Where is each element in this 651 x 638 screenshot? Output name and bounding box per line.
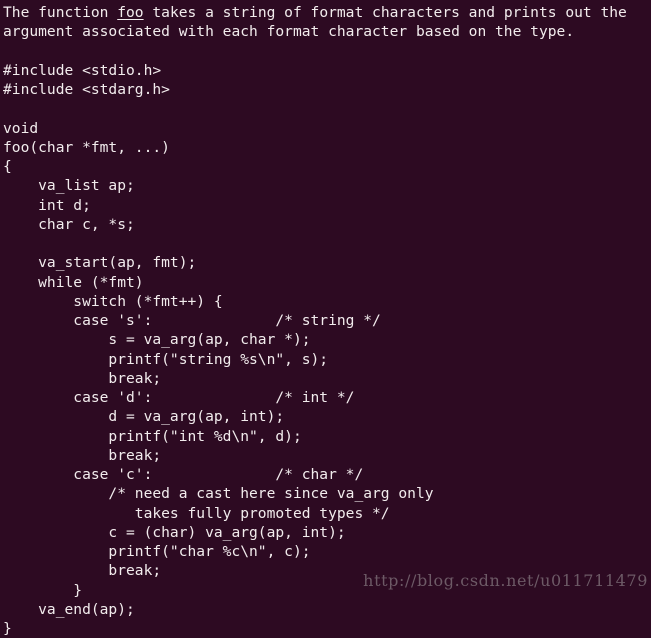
code-line: case 'd': /* int */: [3, 388, 651, 407]
code-line: break;: [3, 369, 651, 388]
code-line: {: [3, 157, 651, 176]
intro-line-2: argument associated with each format cha…: [3, 22, 651, 41]
code-line: int d;: [3, 196, 651, 215]
code-line: va_end(ap);: [3, 600, 651, 619]
intro-text-before: The function: [3, 4, 117, 21]
code-line: while (*fmt): [3, 273, 651, 292]
code-line: va_start(ap, fmt);: [3, 253, 651, 272]
code-line: takes fully promoted types */: [3, 504, 651, 523]
code-line: #include <stdio.h>: [3, 61, 651, 80]
code-line: printf("int %d\n", d);: [3, 427, 651, 446]
terminal-code-view: The function foo takes a string of forma…: [0, 0, 651, 601]
code-line: d = va_arg(ap, int);: [3, 407, 651, 426]
code-line: }: [3, 619, 651, 638]
intro-line-1: The function foo takes a string of forma…: [3, 3, 651, 22]
code-line: switch (*fmt++) {: [3, 292, 651, 311]
intro-text-after: takes a string of format characters and …: [144, 4, 627, 21]
code-line: break;: [3, 561, 651, 580]
code-line: [3, 42, 651, 61]
code-line: case 'c': /* char */: [3, 465, 651, 484]
code-line: [3, 99, 651, 118]
code-line: void: [3, 119, 651, 138]
function-name-emphasis: foo: [117, 4, 143, 21]
code-line: #include <stdarg.h>: [3, 80, 651, 99]
code-line: [3, 234, 651, 253]
code-block: #include <stdio.h>#include <stdarg.h> vo…: [3, 42, 651, 638]
code-line: foo(char *fmt, ...): [3, 138, 651, 157]
code-line: }: [3, 581, 651, 600]
code-line: printf("string %s\n", s);: [3, 350, 651, 369]
code-line: break;: [3, 446, 651, 465]
code-line: c = (char) va_arg(ap, int);: [3, 523, 651, 542]
code-line: s = va_arg(ap, char *);: [3, 330, 651, 349]
code-line: va_list ap;: [3, 176, 651, 195]
code-line: /* need a cast here since va_arg only: [3, 484, 651, 503]
code-line: case 's': /* string */: [3, 311, 651, 330]
code-line: char c, *s;: [3, 215, 651, 234]
code-line: printf("char %c\n", c);: [3, 542, 651, 561]
